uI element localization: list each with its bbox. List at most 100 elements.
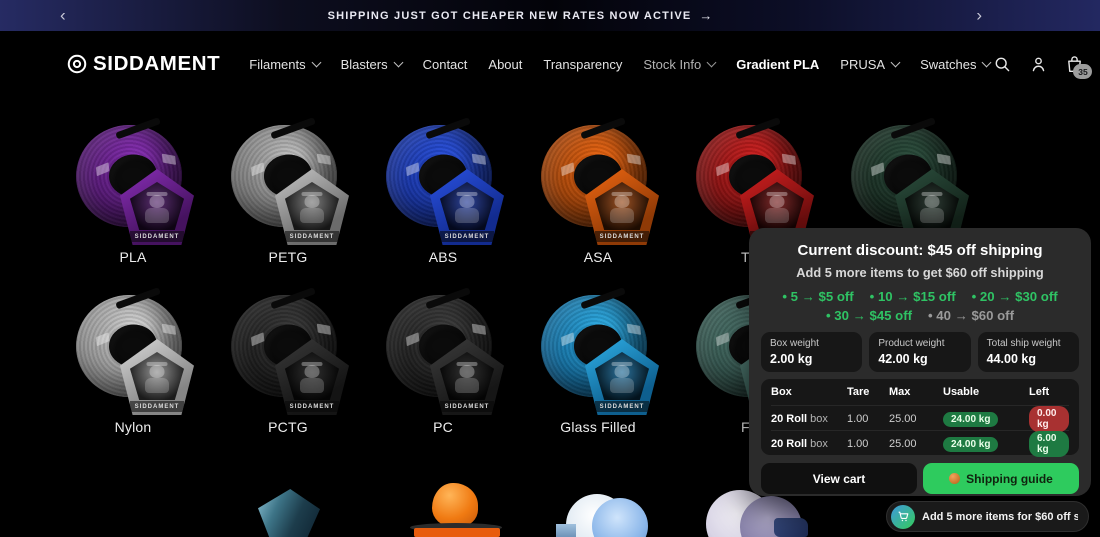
brand-name: SIDDAMENT	[93, 52, 221, 75]
product-label: Nylon	[114, 419, 152, 435]
partial-product-gem[interactable]	[258, 489, 320, 537]
box-table-col-header: Usable	[943, 386, 980, 398]
product-card-glass-filled[interactable]: SIDDAMENT Glass Filled	[533, 287, 663, 445]
figure-body	[765, 208, 789, 223]
product-label: ASA	[583, 249, 613, 265]
box-table-col-header: Tare	[847, 386, 870, 398]
product-label: PCTG	[268, 419, 308, 435]
nav-item-blasters[interactable]: Blasters	[341, 57, 404, 72]
banner-next-icon[interactable]: ›	[976, 6, 982, 23]
package-icon	[949, 473, 961, 484]
product-card-pctg[interactable]: SIDDAMENT PCTG	[223, 287, 353, 445]
header-icons: 35	[990, 52, 1093, 79]
discount-tier: • 30 → $45 off	[826, 308, 912, 323]
product-card-petg[interactable]: SIDDAMENT PETG	[223, 117, 353, 275]
search-icon[interactable]	[990, 52, 1014, 76]
nav-item-label: About	[488, 56, 523, 72]
nav-item-filaments[interactable]: Filaments	[249, 57, 322, 72]
figure-body	[145, 208, 169, 223]
discount-tier: • 20 → $30 off	[971, 289, 1058, 304]
sample-box-window	[595, 182, 649, 230]
figure-head	[459, 365, 475, 378]
left-pill: 0.00 kg	[1029, 406, 1069, 432]
cart-icon[interactable]: 35	[1062, 52, 1093, 79]
nav-item-transparency[interactable]: Transparency	[543, 57, 622, 72]
figure-head	[459, 195, 475, 208]
banner-prev-icon[interactable]: ‹	[60, 6, 66, 23]
figure-body	[920, 208, 944, 223]
shipping-guide-button[interactable]: Shipping guide	[923, 463, 1079, 494]
nav-item-label: Contact	[422, 56, 468, 72]
usable-pill: 24.00 kg	[943, 436, 999, 452]
nav-item-gradient-pla[interactable]: Gradient PLA	[736, 57, 819, 72]
weight-stat-label: Product weight	[878, 338, 945, 349]
view-cart-button[interactable]: View cart	[761, 463, 917, 494]
weight-stat-value: 44.00 kg	[986, 352, 1036, 366]
nav-item-prusa[interactable]: PRUSA	[840, 57, 901, 72]
nav-item-stock-info[interactable]: Stock Info	[643, 56, 717, 72]
nav-item-label: Stock Info	[643, 56, 702, 72]
weight-stat-label: Box weight	[770, 338, 819, 349]
box-cell: 20 Roll box	[771, 413, 828, 425]
partial-product-orange-print[interactable]	[432, 483, 478, 527]
discount-title: Current discount: $45 off shipping	[797, 242, 1043, 259]
chevron-down-icon	[393, 57, 404, 68]
figure-head	[149, 195, 165, 208]
left-cell: 0.00 kg	[1029, 406, 1069, 432]
nav-item-swatches[interactable]: Swatches	[920, 56, 992, 72]
nav-item-contact[interactable]: Contact	[423, 57, 468, 72]
box-name: 20 Roll	[771, 413, 808, 425]
partial-product-navy-print	[774, 518, 808, 537]
product-card-nylon[interactable]: SIDDAMENT Nylon	[68, 287, 198, 445]
product-label: PC	[433, 419, 453, 435]
usable-cell: 24.00 kg	[943, 411, 1029, 427]
discount-tier: • 5 → $5 off	[782, 289, 854, 304]
spool-brand-label: SIDDAMENT	[130, 401, 184, 412]
sample-box-window	[440, 182, 494, 230]
sample-box-window	[130, 352, 184, 400]
weight-stat: Box weight 2.00 kg	[761, 332, 863, 372]
box-table-header: Box Tare Max Usable Left	[771, 379, 1069, 405]
box-table-col-header: Box	[771, 386, 792, 398]
figure-head	[614, 365, 630, 378]
usable-cell: 24.00 kg	[943, 436, 1029, 452]
figure-body	[300, 378, 324, 393]
partial-product-print-base	[414, 528, 500, 537]
table-row: 20 Roll box 1.00 25.00 24.00 kg 0.00 kg	[771, 405, 1069, 432]
account-icon[interactable]	[1026, 52, 1050, 76]
weight-stat: Total ship weight 44.00 kg	[977, 332, 1079, 372]
usable-pill: 24.00 kg	[943, 411, 999, 427]
weight-stat: Product weight 42.00 kg	[869, 332, 971, 372]
cart-progress-chip[interactable]: Add 5 more items for $60 off shipp...	[886, 501, 1089, 532]
box-table-col-header: Left	[1029, 386, 1050, 398]
weight-stat-value: 42.00 kg	[878, 352, 928, 366]
banner-text: SHIPPING JUST GOT CHEAPER NEW RATES NOW …	[328, 8, 713, 23]
product-card-pla[interactable]: SIDDAMENT PLA	[68, 117, 198, 275]
logo[interactable]: SIDDAMENT	[66, 52, 220, 76]
sample-box-window	[130, 182, 184, 230]
sample-box-window	[285, 182, 339, 230]
chip-text: Add 5 more items for $60 off shipp...	[922, 510, 1078, 523]
discount-tier-line: • 5 → $5 off • 10 → $15 off • 20 → $30 off	[761, 287, 1079, 306]
chevron-down-icon	[706, 57, 717, 68]
announcement-bar[interactable]: ‹ SHIPPING JUST GOT CHEAPER NEW RATES NO…	[0, 0, 1100, 31]
nav-item-label: Gradient PLA	[736, 56, 820, 72]
nav-item-label: Swatches	[920, 56, 977, 72]
product-card-pc[interactable]: SIDDAMENT PC	[378, 287, 508, 445]
left-pill: 6.00 kg	[1029, 431, 1069, 457]
product-label: PETG	[268, 249, 308, 265]
box-name: 20 Roll	[771, 438, 808, 450]
discount-subtitle: Add 5 more items to get $60 off shipping	[796, 265, 1044, 280]
figure-head	[769, 195, 785, 208]
product-label: PLA	[119, 249, 147, 265]
popup-actions: View cart Shipping guide	[761, 463, 1079, 494]
discount-tiers: • 5 → $5 off • 10 → $15 off • 20 → $30 off…	[761, 287, 1079, 325]
nav-item-about[interactable]: About	[488, 57, 522, 72]
figure-head	[304, 195, 320, 208]
box-table-col-header: Max	[889, 386, 911, 398]
product-card-abs[interactable]: SIDDAMENT ABS	[378, 117, 508, 275]
weight-stat-label: Total ship weight	[986, 338, 1061, 349]
product-card-asa[interactable]: SIDDAMENT ASA	[533, 117, 663, 275]
spool-brand-label: SIDDAMENT	[285, 401, 339, 412]
box-cell: 20 Roll box	[771, 438, 828, 450]
